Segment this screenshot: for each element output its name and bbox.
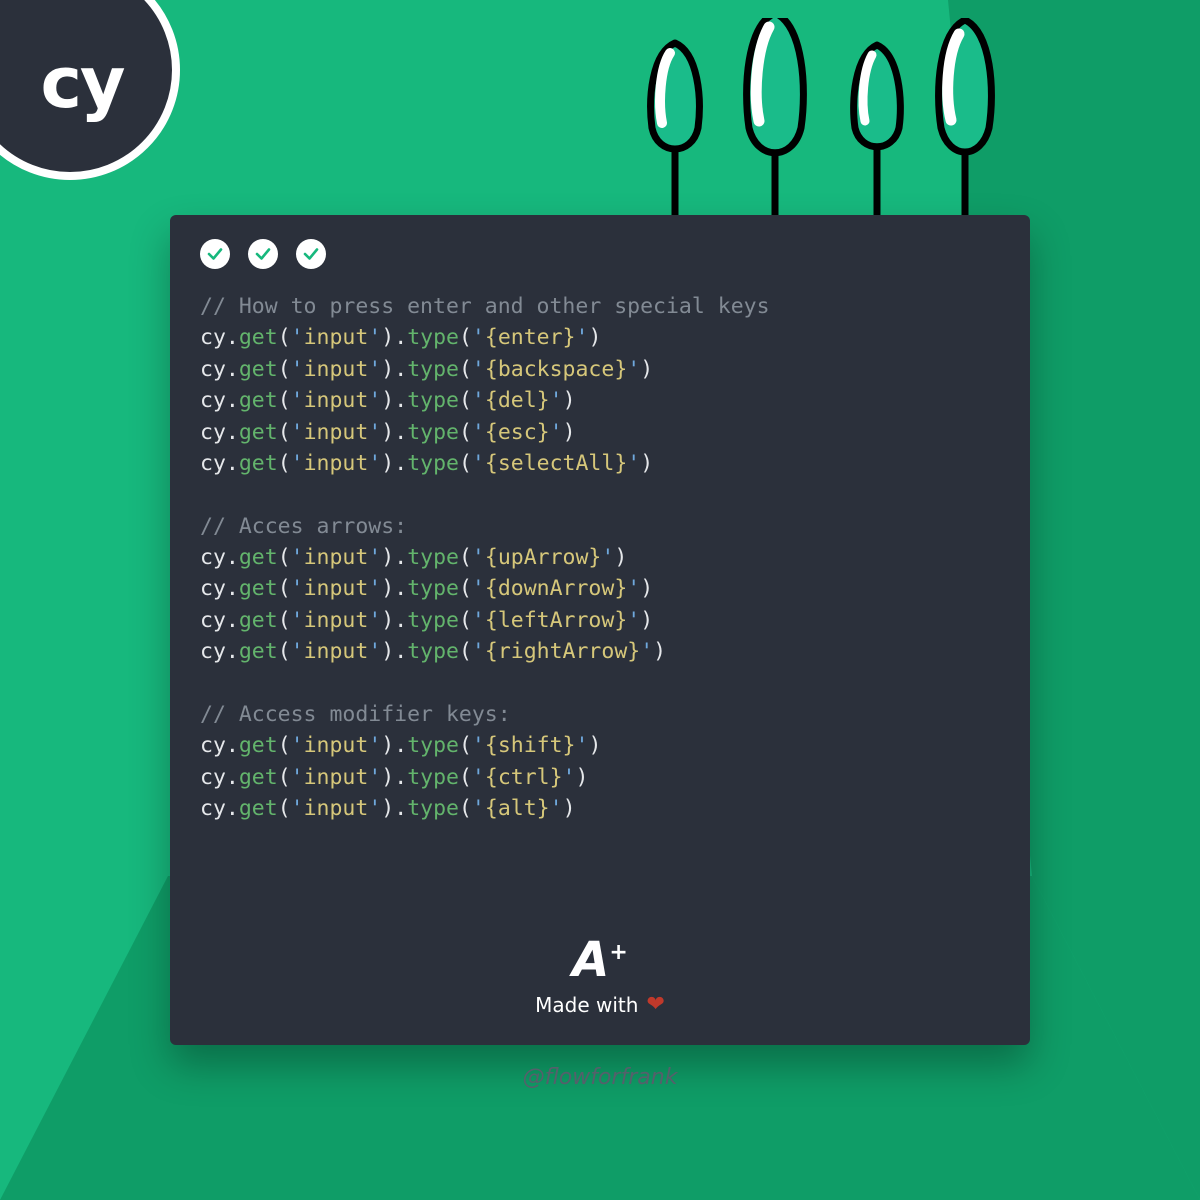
heart-icon: ❤ (646, 992, 664, 1017)
trees-decoration (610, 18, 1040, 228)
check-icon (296, 239, 326, 269)
author-handle: @flowforfrank (0, 1065, 1200, 1090)
tree-icon (747, 18, 804, 218)
a-plus-logo-main: A (572, 936, 607, 984)
check-icon (248, 239, 278, 269)
check-icon (200, 239, 230, 269)
a-plus-logo: A + (572, 936, 628, 984)
made-with-line: Made with ❤ (535, 992, 665, 1017)
code-panel: // How to press enter and other special … (170, 215, 1030, 1045)
code-content: // How to press enter and other special … (200, 294, 770, 821)
tree-icon (651, 43, 700, 218)
code-block: // How to press enter and other special … (200, 291, 1000, 824)
panel-footer: A + Made with ❤ (170, 936, 1030, 1017)
author-handle-text: @flowforfrank (523, 1065, 678, 1090)
cypress-logo-badge: cy (0, 0, 180, 180)
made-with-text: Made with (535, 993, 638, 1017)
check-row (200, 239, 1000, 269)
cypress-logo-text: cy (40, 42, 123, 124)
tree-icon (939, 20, 992, 218)
a-plus-logo-plus: + (609, 940, 627, 965)
tree-icon (854, 45, 901, 218)
